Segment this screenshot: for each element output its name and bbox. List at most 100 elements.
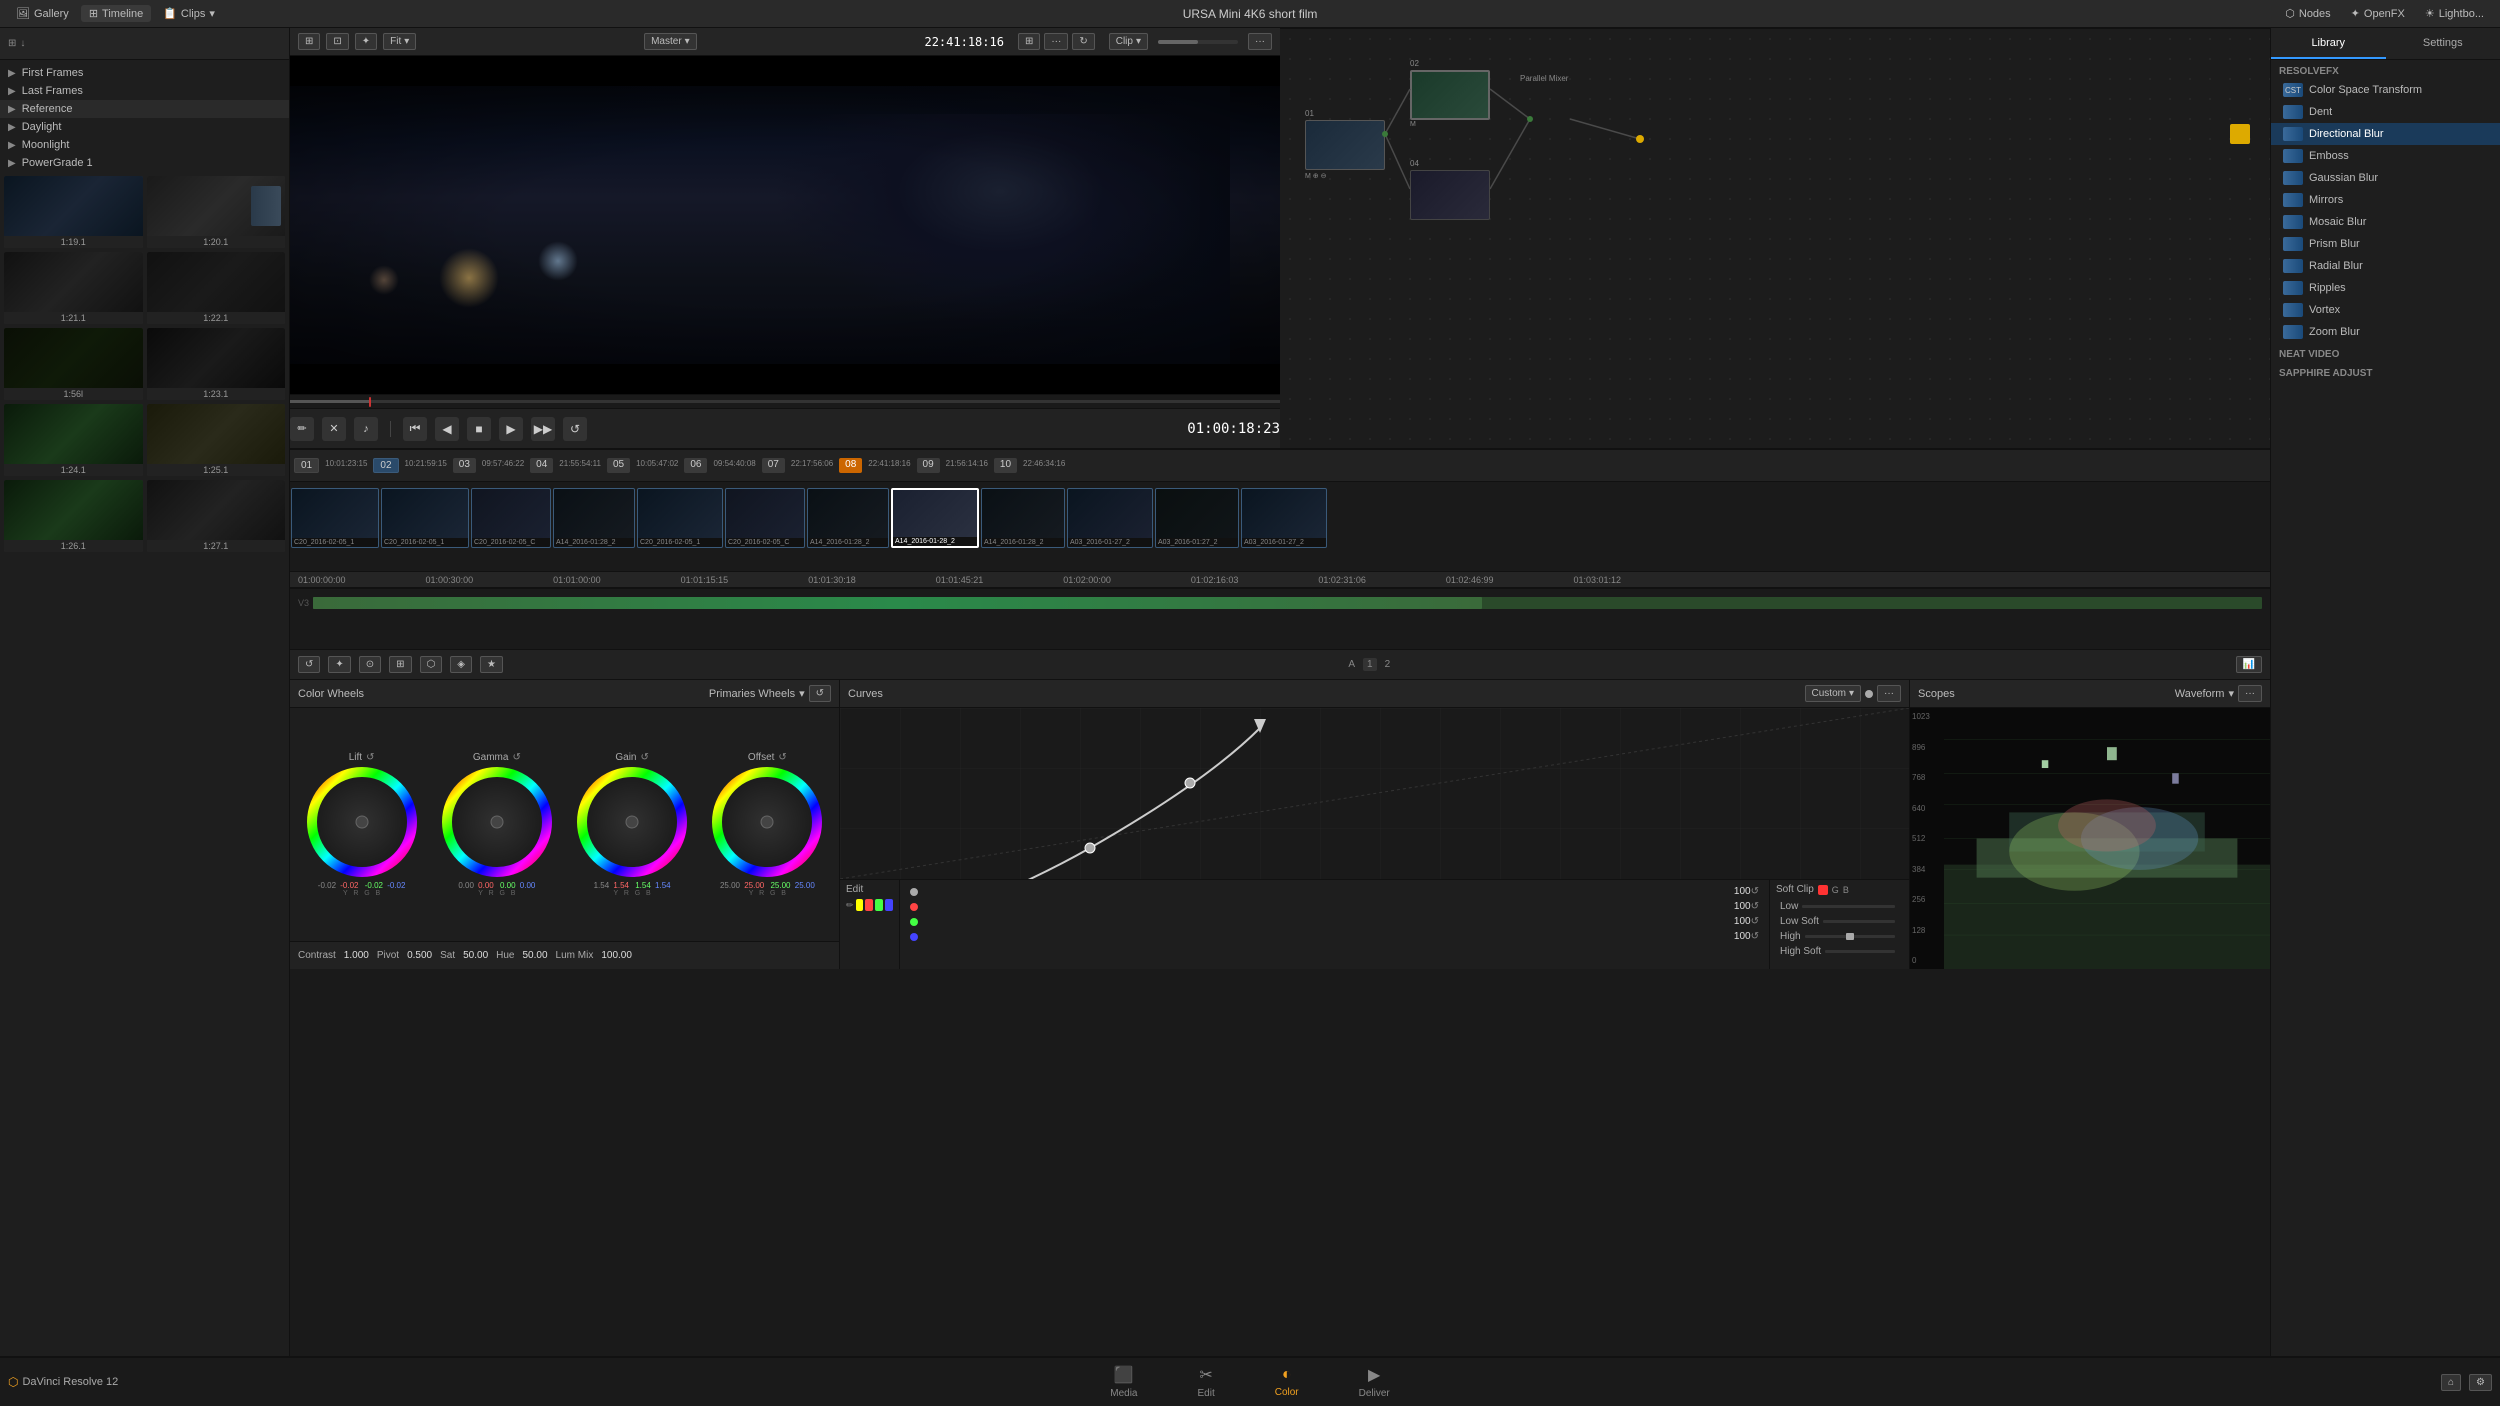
- draw-tool-btn[interactable]: ✏: [290, 417, 314, 441]
- r-reset-btn[interactable]: ↺: [1751, 901, 1759, 912]
- b-reset-btn[interactable]: ↺: [1751, 931, 1759, 942]
- go-start-btn[interactable]: ⏮: [403, 417, 427, 441]
- openfx-btn[interactable]: ✦ OpenFX: [2343, 5, 2413, 22]
- clip-6[interactable]: C20_2016-02-05_C: [725, 488, 805, 548]
- color-reset-btn[interactable]: ↺: [298, 656, 320, 673]
- clip-dropdown[interactable]: Clip ▾: [1109, 33, 1148, 50]
- home-btn[interactable]: ⌂: [2441, 1374, 2461, 1391]
- fx-gaussian-blur[interactable]: Gaussian Blur: [2271, 167, 2500, 189]
- clips-btn[interactable]: 📋 Clips ▾: [155, 5, 223, 22]
- clip-5[interactable]: C20_2016-02-05_1: [637, 488, 723, 548]
- gain-reset-btn[interactable]: ↺: [640, 752, 648, 763]
- fx-mirrors[interactable]: Mirrors: [2271, 189, 2500, 211]
- tab-a[interactable]: A: [1348, 659, 1355, 670]
- viewer-refresh-btn[interactable]: ↻: [1072, 33, 1094, 50]
- next-frame-btn[interactable]: ▶▶: [531, 417, 555, 441]
- fx-mosaic-blur[interactable]: Mosaic Blur: [2271, 211, 2500, 233]
- viewer-expand-btn[interactable]: ⊞: [1018, 33, 1040, 50]
- thumb-item-0[interactable]: 1:19.1: [4, 176, 143, 248]
- fx-emboss[interactable]: Emboss: [2271, 145, 2500, 167]
- gallery-btn[interactable]: 🖼 Gallery: [8, 5, 77, 22]
- sc-high-slider[interactable]: [1805, 935, 1895, 938]
- tab-1[interactable]: 1: [1363, 658, 1377, 671]
- loop-btn[interactable]: ↺: [563, 417, 587, 441]
- fx-color-space-transform[interactable]: CST Color Space Transform: [2271, 79, 2500, 101]
- thumb-item-6[interactable]: 1:24.1: [4, 404, 143, 476]
- thumb-item-9[interactable]: 1:27.1: [147, 480, 286, 552]
- clip-2[interactable]: C20_2016-02-05_1: [381, 488, 469, 548]
- sidebar-item-last-frames[interactable]: ▶ Last Frames: [0, 82, 289, 100]
- thumb-item-2[interactable]: 1:21.1: [4, 252, 143, 324]
- fx-prism-blur[interactable]: Prism Blur: [2271, 233, 2500, 255]
- viewer-menu-btn[interactable]: ···: [1044, 33, 1068, 50]
- clip-12[interactable]: A03_2016-01-27_2: [1241, 488, 1327, 548]
- master-dropdown[interactable]: Master ▾: [644, 33, 697, 50]
- sc-lowsoft-slider[interactable]: [1823, 920, 1895, 923]
- clip-1[interactable]: C20_2016-02-05_1: [291, 488, 379, 548]
- thumb-item-3[interactable]: 1:22.1: [147, 252, 286, 324]
- thumb-item-7[interactable]: 1:25.1: [147, 404, 286, 476]
- gain-wheel[interactable]: [577, 767, 687, 877]
- nav-edit[interactable]: ✂ Edit: [1197, 1365, 1214, 1399]
- safe-area-btn[interactable]: ⊡: [326, 33, 348, 50]
- prev-frame-btn[interactable]: ◀: [435, 417, 459, 441]
- mark-btn[interactable]: ✕: [322, 417, 346, 441]
- overlay-btn[interactable]: ✦: [355, 33, 377, 50]
- clip-10[interactable]: A03_2016-01-27_2: [1067, 488, 1153, 548]
- color-node-btn[interactable]: ◈: [450, 656, 472, 673]
- offset-wheel[interactable]: [712, 767, 822, 877]
- gamma-wheel[interactable]: [442, 767, 552, 877]
- stop-btn[interactable]: ■: [467, 417, 491, 441]
- clip-8-selected[interactable]: A14_2016-01-28_2: [891, 488, 979, 548]
- settings-btn[interactable]: ⚙: [2469, 1374, 2492, 1391]
- settings-tab[interactable]: Settings: [2386, 28, 2500, 59]
- fx-ripples[interactable]: Ripples: [2271, 277, 2500, 299]
- thumb-item-1[interactable]: 1:20.1: [147, 176, 286, 248]
- playback-progress[interactable]: [290, 394, 1280, 408]
- layout-btn[interactable]: ⊞: [298, 33, 320, 50]
- clip-9[interactable]: A14_2016-01:28_2: [981, 488, 1065, 548]
- clip-zoom-slider[interactable]: [1158, 40, 1238, 44]
- scopes-menu-btn[interactable]: ···: [2238, 685, 2262, 702]
- play-btn[interactable]: ▶: [499, 417, 523, 441]
- color-curves-btn[interactable]: ⊞: [389, 656, 411, 673]
- clip-7[interactable]: A14_2016-01:28_2: [807, 488, 889, 548]
- nav-media[interactable]: ⬛ Media: [1110, 1365, 1137, 1399]
- library-tab[interactable]: Library: [2271, 28, 2386, 59]
- thumb-item-8[interactable]: 1:26.1: [4, 480, 143, 552]
- clip-3[interactable]: C20_2016-02-05_C: [471, 488, 551, 548]
- clip-4[interactable]: A14_2016-01:28_2: [553, 488, 635, 548]
- color-wheel-btn[interactable]: ⊙: [359, 656, 381, 673]
- curves-mode-dropdown[interactable]: Custom ▾: [1805, 685, 1861, 702]
- cw-reset-btn[interactable]: ↺: [809, 685, 831, 702]
- sidebar-item-first-frames[interactable]: ▶ First Frames: [0, 64, 289, 82]
- sidebar-item-powergrade[interactable]: ▶ PowerGrade 1: [0, 154, 289, 172]
- fx-zoom-blur[interactable]: Zoom Blur: [2271, 321, 2500, 343]
- node-01[interactable]: 01 M ⊕ ⊖: [1305, 109, 1385, 180]
- offset-reset-btn[interactable]: ↺: [778, 752, 786, 763]
- sidebar-item-moonlight[interactable]: ▶ Moonlight: [0, 136, 289, 154]
- fit-dropdown[interactable]: Fit ▾: [383, 33, 416, 50]
- gamma-reset-btn[interactable]: ↺: [512, 752, 520, 763]
- fx-vortex[interactable]: Vortex: [2271, 299, 2500, 321]
- lift-wheel[interactable]: [307, 767, 417, 877]
- sidebar-item-reference[interactable]: ▶ Reference: [0, 100, 289, 118]
- sc-low-slider[interactable]: [1802, 905, 1895, 908]
- nav-deliver[interactable]: ▶ Deliver: [1359, 1365, 1390, 1399]
- thumb-item-5[interactable]: 1:23.1: [147, 328, 286, 400]
- nav-color[interactable]: ◐ Color: [1275, 1366, 1299, 1398]
- video-viewer[interactable]: [290, 56, 1280, 394]
- sc-highsoft-slider[interactable]: [1825, 950, 1895, 953]
- timeline-btn[interactable]: ⊞ Timeline: [81, 5, 151, 22]
- fx-dent[interactable]: Dent: [2271, 101, 2500, 123]
- color-qual-btn[interactable]: ⬡: [420, 656, 443, 673]
- clip-11[interactable]: A03_2016-01:27_2: [1155, 488, 1239, 548]
- clip-settings-btn[interactable]: ···: [1248, 33, 1272, 50]
- fx-radial-blur[interactable]: Radial Blur: [2271, 255, 2500, 277]
- color-wand-btn[interactable]: ✦: [328, 656, 350, 673]
- curves-svg[interactable]: [840, 708, 1909, 879]
- curves-canvas[interactable]: [840, 708, 1909, 879]
- audio-btn[interactable]: ♪: [354, 417, 378, 441]
- sidebar-item-daylight[interactable]: ▶ Daylight: [0, 118, 289, 136]
- y-reset-btn[interactable]: ↺: [1751, 886, 1759, 897]
